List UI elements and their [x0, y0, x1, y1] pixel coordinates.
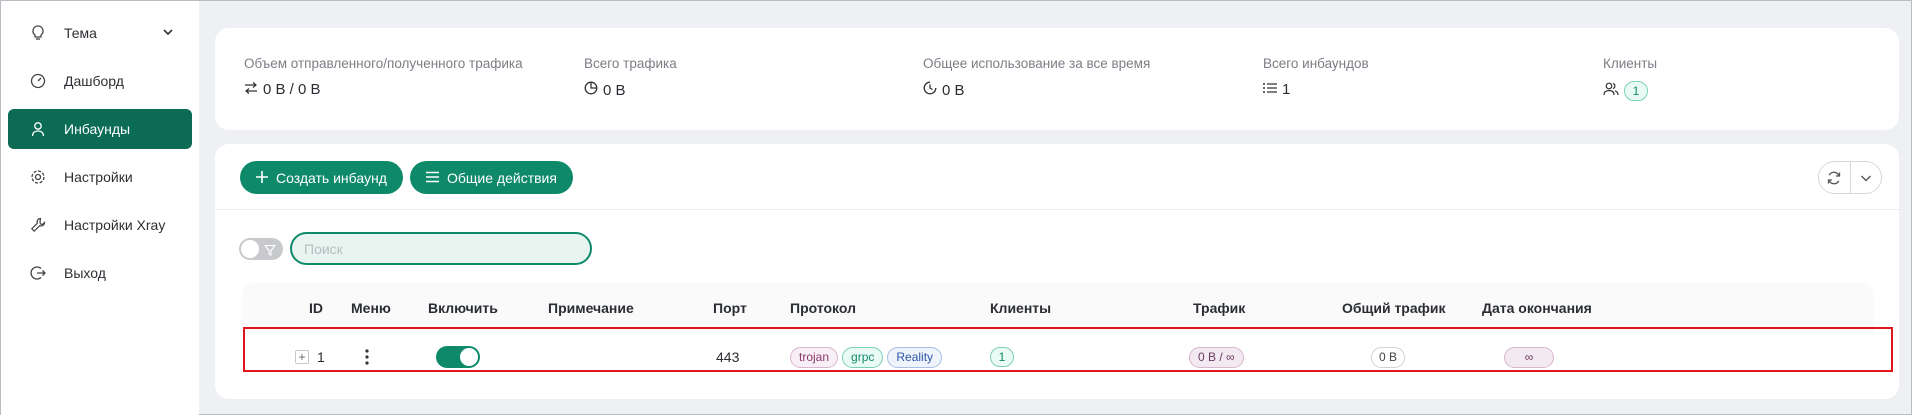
stat-value: 0 B / 0 B — [263, 81, 321, 98]
pie-chart-icon — [584, 81, 598, 99]
button-label: Создать инбаунд — [276, 169, 387, 186]
stat-label: Объем отправленного/полученного трафика — [244, 56, 523, 71]
team-icon — [1603, 82, 1619, 100]
stat-value: 0 B — [942, 81, 965, 99]
column-header-enable: Включить — [428, 300, 498, 316]
stat-total-inbounds: Всего инбаундов 1 — [1263, 56, 1369, 98]
column-header-total-traffic: Общий трафик — [1342, 300, 1446, 316]
stat-total-traffic: Всего трафика 0 B — [584, 56, 677, 99]
stat-label: Общее использование за все время — [923, 56, 1151, 71]
sidebar: Тема Дашборд Инбаунды Настройки Настройк… — [1, 1, 199, 415]
column-header-remark: Примечание — [548, 300, 634, 316]
wrench-icon — [30, 217, 46, 233]
sidebar-item-xray-settings[interactable]: Настройки Xray — [8, 205, 192, 245]
refresh-group — [1818, 161, 1882, 194]
user-icon — [30, 121, 46, 137]
history-icon — [923, 81, 937, 99]
button-label: Общие действия — [447, 169, 557, 186]
sidebar-item-label: Тема — [64, 25, 97, 41]
general-actions-button[interactable]: Общие действия — [410, 161, 573, 194]
filter-icon — [263, 243, 277, 261]
filter-toggle[interactable] — [239, 238, 283, 260]
sidebar-item-theme[interactable]: Тема — [8, 13, 192, 53]
stat-value: 0 B — [603, 81, 626, 99]
lightbulb-icon — [30, 25, 46, 41]
sidebar-item-logout[interactable]: Выход — [8, 253, 192, 293]
stat-value: 1 — [1282, 81, 1291, 98]
list-icon — [1263, 81, 1277, 98]
sidebar-item-inbounds[interactable]: Инбаунды — [8, 109, 192, 149]
column-header-traffic[interactable]: Трафик — [1193, 300, 1245, 316]
column-header-protocol: Протокол — [790, 300, 856, 316]
sidebar-item-settings[interactable]: Настройки — [8, 157, 192, 197]
stats-card: Объем отправленного/полученного трафика … — [215, 28, 1899, 130]
chevron-down-icon[interactable] — [1849, 162, 1882, 193]
stat-traffic-sent-received: Объем отправленного/полученного трафика … — [244, 56, 523, 98]
sidebar-item-label: Настройки Xray — [64, 217, 166, 233]
chevron-down-icon[interactable] — [162, 25, 174, 41]
create-inbound-button[interactable]: Создать инбаунд — [240, 161, 403, 194]
logout-icon — [30, 265, 46, 281]
dashboard-icon — [30, 73, 46, 89]
column-header-expiry[interactable]: Дата окончания — [1482, 300, 1592, 316]
table-header: ID Меню Включить Примечание Порт Протоко… — [242, 283, 1874, 333]
stat-clients: Клиенты 1 — [1603, 56, 1657, 101]
clients-count-badge: 1 — [1624, 81, 1648, 101]
stat-label: Клиенты — [1603, 56, 1658, 71]
stat-total-usage: Общее использование за все время 0 B — [923, 56, 1150, 99]
stat-label: Всего инбаундов — [1263, 56, 1369, 71]
sidebar-item-label: Настройки — [64, 169, 133, 185]
column-header-port[interactable]: Порт — [713, 300, 747, 316]
stat-label: Всего трафика — [584, 56, 677, 71]
divider — [215, 209, 1899, 210]
sidebar-item-label: Дашборд — [64, 73, 124, 89]
swap-arrows-icon — [244, 81, 258, 98]
column-header-clients: Клиенты — [990, 300, 1052, 316]
sidebar-item-label: Выход — [64, 265, 106, 281]
column-header-menu: Меню — [351, 300, 391, 316]
sidebar-item-label: Инбаунды — [64, 121, 131, 137]
plus-icon — [256, 170, 268, 186]
gear-icon — [30, 169, 46, 185]
column-header-id[interactable]: ID — [309, 300, 323, 316]
row-highlight-box — [243, 327, 1893, 372]
refresh-icon[interactable] — [1819, 162, 1850, 193]
search-input[interactable] — [290, 232, 592, 265]
sidebar-item-dashboard[interactable]: Дашборд — [8, 61, 192, 101]
menu-icon — [426, 170, 439, 186]
